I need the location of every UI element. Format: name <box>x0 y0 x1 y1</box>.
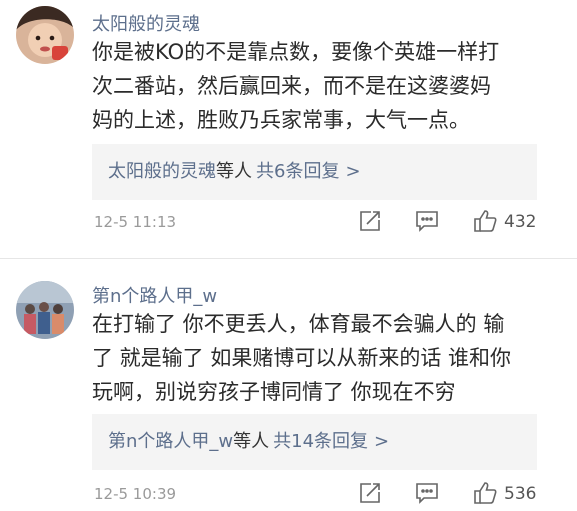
comment-text-line: 玩啊，别说穷孩子博同情了 你现在不穷 <box>92 380 456 404</box>
like-count: 536 <box>504 484 537 504</box>
comment-text: 在打输了 你不更丢人，体育最不会骗人的 输 了 就是输了 如果赌博可以从新来的话… <box>92 307 552 409</box>
comment-text-line: 了 就是输了 如果赌博可以从新来的话 谁和你 <box>92 346 512 370</box>
comment-timestamp: 12-5 11:13 <box>94 213 177 231</box>
comment-username[interactable]: 太阳般的灵魂 <box>92 10 200 36</box>
chevron-right-icon: > <box>345 161 361 182</box>
chevron-right-icon: > <box>374 431 390 452</box>
reply-user[interactable]: 太阳般的灵魂 <box>108 161 216 182</box>
thumbs-up-icon[interactable] <box>472 480 498 510</box>
reply-user[interactable]: 第n个路人甲_w <box>108 431 233 452</box>
replies-summary[interactable]: 太阳般的灵魂等人 共6条回复 > <box>92 144 537 200</box>
comment-text-line: 妈的上述，胜败乃兵家常事，大气一点。 <box>92 108 470 132</box>
reply-suffix: 等人 <box>216 161 252 182</box>
like-count: 432 <box>504 212 537 232</box>
comment-text-line: 次二番站，然后赢回来，而不是在这婆婆妈 <box>92 74 491 98</box>
reply-suffix: 等人 <box>233 431 270 452</box>
comment-item: 第n个路人甲_w 在打输了 你不更丢人，体育最不会骗人的 输 了 就是输了 如果… <box>0 259 577 511</box>
comment-icon[interactable] <box>414 209 440 237</box>
reply-count[interactable]: 共6条回复 <box>256 161 339 182</box>
comment-text-line: 在打输了 你不更丢人，体育最不会骗人的 输 <box>92 312 505 336</box>
comment-username[interactable]: 第n个路人甲_w <box>92 282 217 308</box>
thumbs-up-icon[interactable] <box>472 208 498 238</box>
share-icon[interactable] <box>358 209 382 237</box>
comment-item: 太阳般的灵魂 你是被KO的不是靠点数，要像个英雄一样打 次二番站，然后赢回来，而… <box>0 0 577 258</box>
share-icon[interactable] <box>358 481 382 509</box>
comment-timestamp: 12-5 10:39 <box>94 485 177 503</box>
avatar[interactable] <box>16 281 74 339</box>
reply-count[interactable]: 共14条回复 <box>273 431 368 452</box>
comment-text: 你是被KO的不是靠点数，要像个英雄一样打 次二番站，然后赢回来，而不是在这婆婆妈… <box>92 35 552 137</box>
comment-text-line: 你是被KO的不是靠点数，要像个英雄一样打 <box>92 40 500 64</box>
avatar[interactable] <box>16 6 74 64</box>
comment-icon[interactable] <box>414 481 440 509</box>
replies-summary[interactable]: 第n个路人甲_w等人 共14条回复 > <box>92 414 537 470</box>
